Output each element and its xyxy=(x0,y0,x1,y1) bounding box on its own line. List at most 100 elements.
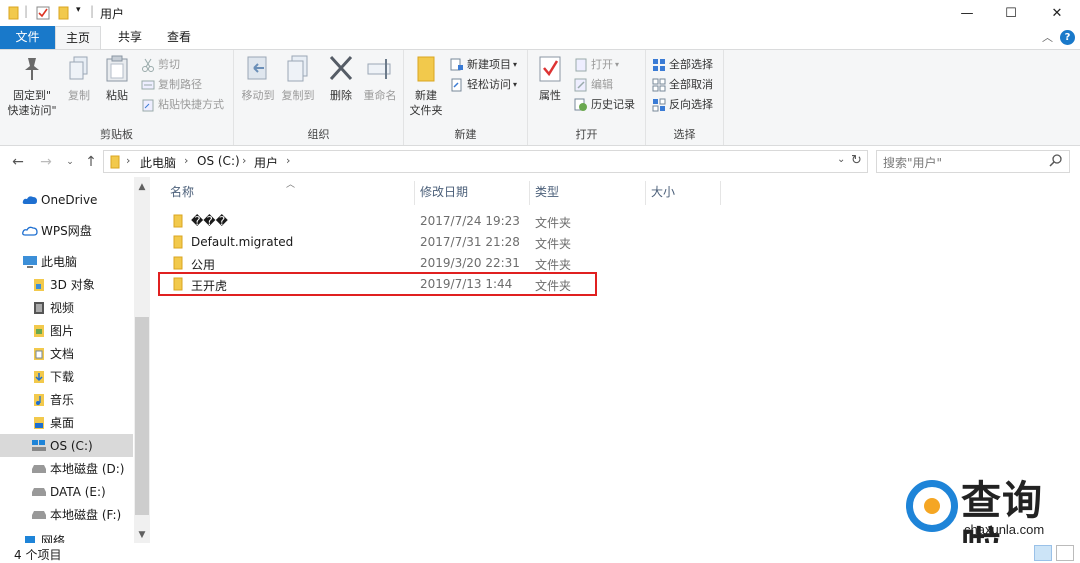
copy-path-button[interactable]: 复制路径 xyxy=(141,76,202,94)
copy-button[interactable]: 复制 xyxy=(62,54,96,103)
search-box[interactable]: 搜索"用户" xyxy=(876,150,1070,173)
maximize-button[interactable]: ☐ xyxy=(988,0,1034,26)
folder-icon xyxy=(173,256,183,273)
nav-item-documents[interactable]: 文档 xyxy=(0,342,133,365)
breadcrumb-separator[interactable]: › xyxy=(286,154,290,167)
nav-item-pictures[interactable]: 图片 xyxy=(0,319,133,342)
scroll-down-arrow-icon[interactable]: ▼ xyxy=(134,527,150,543)
address-dropdown-icon[interactable]: ⌄ xyxy=(837,154,845,165)
nav-item-wps-drive[interactable]: WPS网盘 xyxy=(0,219,133,242)
column-header-date[interactable]: 修改日期 xyxy=(414,183,529,207)
new-folder-icon[interactable] xyxy=(58,6,70,23)
nav-scrollbar[interactable]: ▲ ▼ xyxy=(134,177,150,543)
tab-view[interactable]: 查看 xyxy=(158,26,200,49)
easy-access-icon xyxy=(451,78,462,92)
3d-objects-icon xyxy=(31,277,47,293)
pin-label-line1: 固定到" xyxy=(12,89,52,102)
large-icons-view-icon[interactable] xyxy=(1056,545,1074,561)
back-arrow-icon[interactable]: ← xyxy=(8,152,28,172)
breadcrumb-separator[interactable]: › xyxy=(242,154,246,167)
paste-shortcut-button[interactable]: 粘贴快捷方式 xyxy=(141,96,224,114)
ribbon-tabs: 文件 主页 共享 查看 ︿ ? xyxy=(0,26,1080,50)
history-button[interactable]: 历史记录 xyxy=(574,96,635,114)
nav-item-music[interactable]: 音乐 xyxy=(0,388,133,411)
help-icon[interactable]: ? xyxy=(1060,30,1075,45)
cloud-icon xyxy=(22,192,38,208)
pictures-icon xyxy=(31,323,47,339)
nav-item-downloads[interactable]: 下载 xyxy=(0,365,133,388)
rename-button[interactable]: 重命名 xyxy=(360,54,400,103)
watermark-logo: 查询啦 chaxunla.com xyxy=(906,478,1076,563)
folder-icon[interactable] xyxy=(8,6,20,23)
tab-file[interactable]: 文件 xyxy=(0,26,55,49)
new-group: 新建 文件夹 新建项目 ▾ 轻松访问 ▾ 新建 xyxy=(404,50,528,145)
copy-to-button[interactable]: 复制到 xyxy=(278,54,318,103)
column-header-name[interactable]: 名称 xyxy=(164,183,414,207)
computer-icon xyxy=(22,254,38,270)
pin-quick-access-button[interactable]: 固定到" 快速访问" xyxy=(4,54,60,118)
clipboard-group-label: 剪贴板 xyxy=(100,128,133,141)
nav-item-drive-d[interactable]: 本地磁盘 (D:) xyxy=(0,457,133,480)
move-to-button[interactable]: 移动到 xyxy=(238,54,278,103)
download-icon xyxy=(31,369,47,385)
open-group-label: 打开 xyxy=(575,128,598,141)
refresh-icon[interactable]: ↻ xyxy=(851,153,862,168)
file-row[interactable]: ��� 2017/7/24 19:23 文件夹 xyxy=(158,211,758,232)
ribbon: 固定到" 快速访问" 复制 粘贴 剪切 复制路径 粘贴快捷方式 剪贴板 移动到 xyxy=(0,49,1080,146)
nav-item-onedrive[interactable]: OneDrive xyxy=(0,188,133,211)
file-row[interactable]: Default.migrated 2017/7/31 21:28 文件夹 xyxy=(158,232,758,253)
easy-access-button[interactable]: 轻松访问 ▾ xyxy=(450,76,517,94)
folder-icon xyxy=(110,155,120,172)
breadcrumb-drive-c[interactable]: OS (C:) xyxy=(197,154,240,168)
new-folder-icon xyxy=(417,56,435,82)
select-none-button[interactable]: 全部取消 xyxy=(652,76,713,94)
file-row[interactable]: 公用 2019/3/20 22:31 文件夹 xyxy=(158,253,758,274)
status-bar: 4 个项目 xyxy=(0,543,1080,563)
drive-icon xyxy=(31,461,47,477)
close-button[interactable]: ✕ xyxy=(1034,0,1080,26)
column-header-type[interactable]: 类型 xyxy=(529,183,645,207)
customize-toolbar-icon[interactable]: ▾ xyxy=(76,5,81,15)
nav-item-drive-f[interactable]: 本地磁盘 (F:) xyxy=(0,503,133,526)
nav-item-video[interactable]: 视频 xyxy=(0,296,133,319)
scroll-up-arrow-icon[interactable]: ▲ xyxy=(134,179,150,195)
column-header-size[interactable]: 大小 xyxy=(645,183,720,207)
organize-group: 移动到 复制到 删除 重命名 组织 xyxy=(234,50,404,145)
nav-item-drive-e[interactable]: DATA (E:) xyxy=(0,480,133,503)
nav-item-desktop[interactable]: 桌面 xyxy=(0,411,133,434)
collapse-ribbon-icon[interactable]: ︿ xyxy=(1042,29,1053,45)
edit-button[interactable]: 编辑 xyxy=(574,76,613,94)
select-all-button[interactable]: 全部选择 xyxy=(652,56,713,74)
file-name: 公用 xyxy=(191,258,216,272)
new-folder-button[interactable]: 新建 文件夹 xyxy=(406,54,446,118)
forward-arrow-icon[interactable]: → xyxy=(36,152,56,172)
breadcrumb-users[interactable]: 用户 xyxy=(254,154,278,171)
item-count: 4 个项目 xyxy=(14,548,62,562)
recent-locations-chevron-icon[interactable]: ⌄ xyxy=(60,152,80,172)
paste-button[interactable]: 粘贴 xyxy=(100,54,134,103)
cut-button[interactable]: 剪切 xyxy=(141,56,180,74)
scrollbar-thumb[interactable] xyxy=(135,317,149,515)
delete-button[interactable]: 删除 xyxy=(324,54,358,103)
breadcrumb-separator[interactable]: › xyxy=(126,154,130,167)
nav-item-this-pc[interactable]: 此电脑 xyxy=(0,250,133,273)
address-bar[interactable]: › 此电脑 › OS (C:) › 用户 › ⌄ ↻ xyxy=(103,150,868,173)
open-icon xyxy=(575,58,587,72)
minimize-button[interactable]: — xyxy=(944,0,990,26)
window-title: 用户 xyxy=(100,7,125,21)
breadcrumb-this-pc[interactable]: 此电脑 xyxy=(140,154,176,171)
details-view-icon[interactable] xyxy=(1034,545,1052,561)
nav-item-drive-c[interactable]: OS (C:) xyxy=(0,434,133,457)
up-arrow-icon[interactable]: ↑ xyxy=(81,152,101,172)
file-date: 2019/3/20 22:31 xyxy=(420,256,520,270)
open-button[interactable]: 打开 ▾ xyxy=(574,56,619,74)
breadcrumb-separator[interactable]: › xyxy=(184,154,188,167)
properties-button[interactable]: 属性 xyxy=(532,54,568,103)
properties-icon[interactable] xyxy=(36,6,50,23)
nav-item-3d-objects[interactable]: 3D 对象 xyxy=(0,273,133,296)
invert-selection-button[interactable]: 反向选择 xyxy=(652,96,713,114)
new-item-button[interactable]: 新建项目 ▾ xyxy=(450,56,517,74)
tab-share[interactable]: 共享 xyxy=(110,26,150,49)
tab-home[interactable]: 主页 xyxy=(55,26,101,50)
nav-item-network[interactable]: 网络 xyxy=(0,532,133,543)
